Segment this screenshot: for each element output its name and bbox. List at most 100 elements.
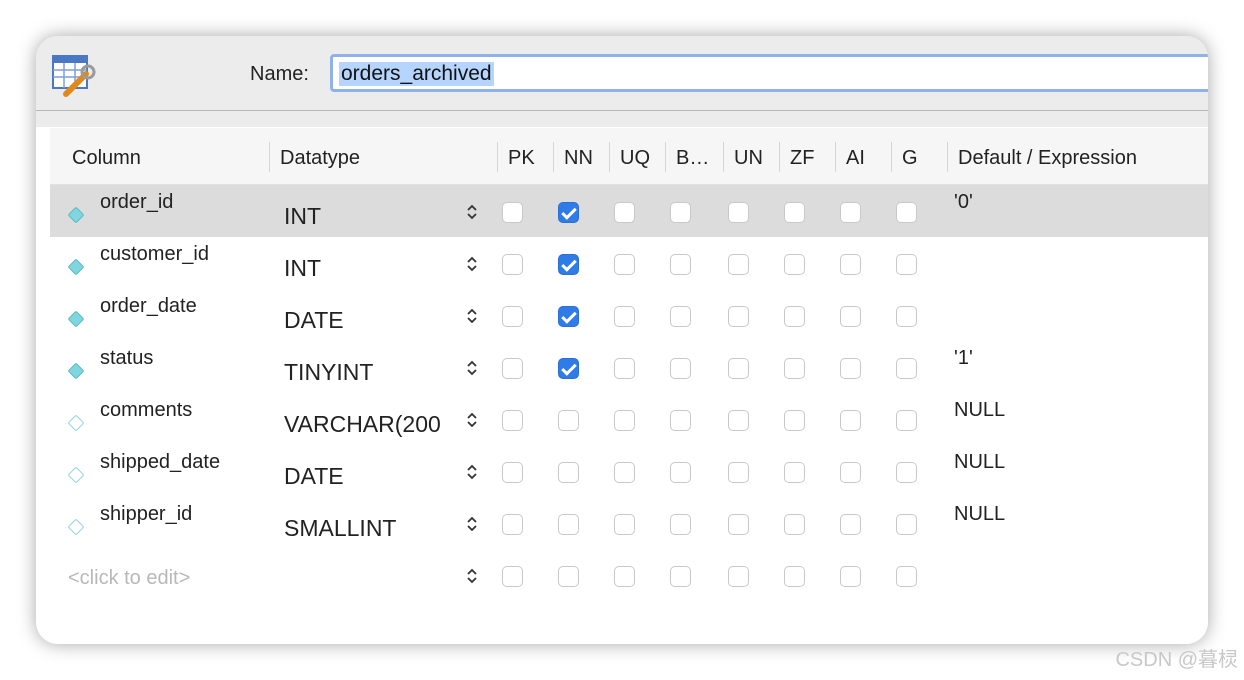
pk-checkbox[interactable]: [502, 358, 523, 379]
un-checkbox[interactable]: [728, 254, 749, 275]
column-default[interactable]: NULL: [954, 503, 1005, 526]
ai-checkbox[interactable]: [840, 254, 861, 275]
table-name-value[interactable]: orders_archived: [339, 62, 494, 86]
column-name[interactable]: order_id: [100, 191, 173, 214]
table-row[interactable]: customer_id INT: [50, 237, 1208, 289]
zf-checkbox[interactable]: [784, 514, 805, 535]
new-column-row[interactable]: <click to edit>: [50, 549, 1208, 601]
header-un[interactable]: UN: [734, 128, 763, 184]
uq-checkbox[interactable]: [614, 566, 635, 587]
table-row[interactable]: order_id INT '0': [50, 185, 1208, 237]
column-name[interactable]: shipper_id: [100, 503, 192, 526]
b-checkbox[interactable]: [670, 202, 691, 223]
up-down-chevron-icon[interactable]: [466, 203, 478, 224]
column-datatype[interactable]: SMALLINT: [284, 515, 460, 542]
un-checkbox[interactable]: [728, 566, 749, 587]
header-g[interactable]: G: [902, 128, 918, 184]
zf-checkbox[interactable]: [784, 306, 805, 327]
column-name[interactable]: status: [100, 347, 153, 370]
column-name[interactable]: shipped_date: [100, 451, 220, 474]
up-down-chevron-icon[interactable]: [466, 255, 478, 276]
column-datatype[interactable]: TINYINT: [284, 359, 460, 386]
header-column[interactable]: Column: [72, 128, 141, 184]
nn-checkbox[interactable]: [558, 514, 579, 535]
g-checkbox[interactable]: [896, 566, 917, 587]
pk-checkbox[interactable]: [502, 306, 523, 327]
pk-checkbox[interactable]: [502, 410, 523, 431]
up-down-chevron-icon[interactable]: [466, 567, 478, 588]
b-checkbox[interactable]: [670, 306, 691, 327]
g-checkbox[interactable]: [896, 202, 917, 223]
up-down-chevron-icon[interactable]: [466, 463, 478, 484]
zf-checkbox[interactable]: [784, 410, 805, 431]
up-down-chevron-icon[interactable]: [466, 307, 478, 328]
ai-checkbox[interactable]: [840, 462, 861, 483]
header-b[interactable]: B…: [676, 128, 709, 184]
header-zf[interactable]: ZF: [790, 128, 814, 184]
uq-checkbox[interactable]: [614, 410, 635, 431]
zf-checkbox[interactable]: [784, 566, 805, 587]
un-checkbox[interactable]: [728, 462, 749, 483]
uq-checkbox[interactable]: [614, 358, 635, 379]
nn-checkbox[interactable]: [558, 202, 579, 223]
header-nn[interactable]: NN: [564, 128, 593, 184]
b-checkbox[interactable]: [670, 566, 691, 587]
pk-checkbox[interactable]: [502, 254, 523, 275]
header-ai[interactable]: AI: [846, 128, 865, 184]
b-checkbox[interactable]: [670, 410, 691, 431]
uq-checkbox[interactable]: [614, 254, 635, 275]
click-to-edit-placeholder[interactable]: <click to edit>: [68, 567, 190, 590]
column-name[interactable]: customer_id: [100, 243, 209, 266]
column-name[interactable]: comments: [100, 399, 192, 422]
b-checkbox[interactable]: [670, 254, 691, 275]
un-checkbox[interactable]: [728, 410, 749, 431]
uq-checkbox[interactable]: [614, 514, 635, 535]
un-checkbox[interactable]: [728, 202, 749, 223]
g-checkbox[interactable]: [896, 514, 917, 535]
column-name[interactable]: order_date: [100, 295, 197, 318]
ai-checkbox[interactable]: [840, 202, 861, 223]
column-default[interactable]: '1': [954, 347, 973, 370]
table-row[interactable]: comments VARCHAR(200 NULL: [50, 393, 1208, 445]
ai-checkbox[interactable]: [840, 410, 861, 431]
column-default[interactable]: NULL: [954, 399, 1005, 422]
un-checkbox[interactable]: [728, 514, 749, 535]
g-checkbox[interactable]: [896, 358, 917, 379]
nn-checkbox[interactable]: [558, 566, 579, 587]
header-default[interactable]: Default / Expression: [958, 128, 1137, 184]
header-pk[interactable]: PK: [508, 128, 535, 184]
g-checkbox[interactable]: [896, 462, 917, 483]
header-datatype[interactable]: Datatype: [280, 128, 360, 184]
column-default[interactable]: NULL: [954, 451, 1005, 474]
b-checkbox[interactable]: [670, 358, 691, 379]
g-checkbox[interactable]: [896, 254, 917, 275]
b-checkbox[interactable]: [670, 462, 691, 483]
pk-checkbox[interactable]: [502, 514, 523, 535]
column-datatype[interactable]: INT: [284, 255, 460, 282]
zf-checkbox[interactable]: [784, 254, 805, 275]
uq-checkbox[interactable]: [614, 462, 635, 483]
column-datatype[interactable]: VARCHAR(200: [284, 411, 460, 438]
header-uq[interactable]: UQ: [620, 128, 650, 184]
table-name-input[interactable]: orders_archived: [330, 54, 1208, 92]
un-checkbox[interactable]: [728, 306, 749, 327]
table-row[interactable]: status TINYINT '1': [50, 341, 1208, 393]
un-checkbox[interactable]: [728, 358, 749, 379]
g-checkbox[interactable]: [896, 410, 917, 431]
ai-checkbox[interactable]: [840, 514, 861, 535]
up-down-chevron-icon[interactable]: [466, 359, 478, 380]
zf-checkbox[interactable]: [784, 462, 805, 483]
nn-checkbox[interactable]: [558, 358, 579, 379]
ai-checkbox[interactable]: [840, 358, 861, 379]
table-row[interactable]: shipped_date DATE NULL: [50, 445, 1208, 497]
nn-checkbox[interactable]: [558, 254, 579, 275]
column-default[interactable]: '0': [954, 191, 973, 214]
ai-checkbox[interactable]: [840, 566, 861, 587]
nn-checkbox[interactable]: [558, 462, 579, 483]
up-down-chevron-icon[interactable]: [466, 411, 478, 432]
up-down-chevron-icon[interactable]: [466, 515, 478, 536]
column-datatype[interactable]: DATE: [284, 307, 460, 334]
table-row[interactable]: order_date DATE: [50, 289, 1208, 341]
nn-checkbox[interactable]: [558, 306, 579, 327]
uq-checkbox[interactable]: [614, 202, 635, 223]
